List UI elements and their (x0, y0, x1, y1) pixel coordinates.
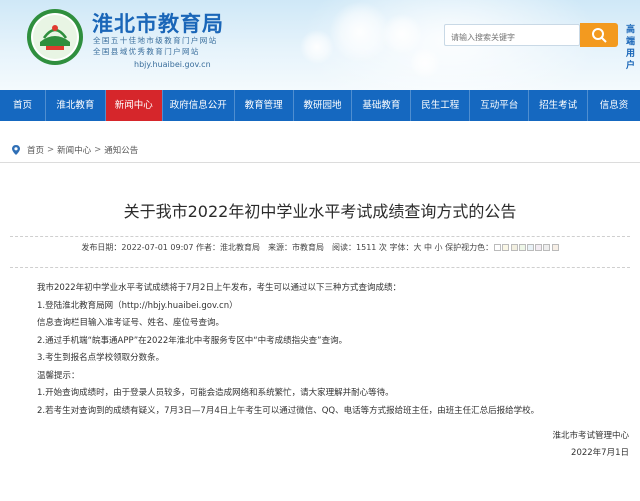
breadcrumb-separator: > (47, 145, 55, 155)
search-box (444, 24, 580, 48)
logo-emblem[interactable] (26, 8, 84, 66)
nav-item-news-center[interactable]: 新闻中心 (105, 90, 162, 121)
dandelion-decoration (410, 48, 440, 78)
color-swatch[interactable] (527, 244, 535, 251)
signature-date: 2022年7月1日 (571, 448, 629, 458)
article-title: 关于我市2022年初中学业水平考试成绩查询方式的公告 (123, 202, 517, 221)
paragraph: 1.登陆淮北教育局网（http://hbjy.huaibei.gov.cn） (37, 300, 238, 311)
search-input[interactable] (445, 27, 579, 48)
main-nav: 首页 淮北教育 新闻中心 政府信息公开 教育管理 教研园地 基础教育 民生工程 … (0, 90, 640, 121)
breadcrumb-notice[interactable]: 通知公告 (104, 144, 138, 156)
color-swatch[interactable] (535, 244, 543, 251)
nav-item-livelihood[interactable]: 民生工程 (411, 90, 469, 121)
nav-item-basic-education[interactable]: 基础教育 (352, 90, 410, 121)
header-right-text: 高端 (626, 25, 636, 47)
breadcrumb-separator: > (94, 145, 102, 155)
nav-item-gov-info[interactable]: 政府信息公开 (163, 90, 234, 121)
dandelion-decoration (382, 14, 422, 54)
site-subtitle: 全国五十佳地市级教育门户网站 (93, 36, 218, 45)
signature-org: 淮北市考试管理中心 (552, 431, 629, 441)
nav-item-interaction[interactable]: 互动平台 (470, 90, 528, 121)
meta-text: 发布日期：2022-07-01 09:07 作者：淮北教育局 来源：市教育局 阅… (81, 243, 494, 252)
article-meta: 发布日期：2022-07-01 09:07 作者：淮北教育局 来源：市教育局 阅… (0, 242, 640, 253)
color-swatch[interactable] (518, 244, 526, 251)
site-url: hbjy.huaibei.gov.cn (134, 60, 211, 69)
color-swatch[interactable] (510, 244, 518, 251)
nav-item-huaibei-education[interactable]: 淮北教育 (46, 90, 105, 121)
breadcrumb-divider (0, 162, 640, 163)
paragraph: 3.考生到报名点学校领取分数条。 (37, 353, 165, 363)
paragraph: 2.通过手机端“皖事通APP”在2022年淮北中考服务专区中“中考成绩指尖查”查… (37, 335, 348, 346)
paragraph: 1.开始查询成绩时，由于登录人员较多，可能会造成网络和系统繁忙，请大家理解并耐心… (37, 388, 394, 398)
breadcrumb-news-center[interactable]: 新闻中心 (57, 144, 91, 156)
nav-item-admissions[interactable]: 招生考试 (529, 90, 587, 121)
site-title: 淮北市教育局 (92, 11, 224, 36)
nav-item-edu-management[interactable]: 教育管理 (235, 90, 293, 121)
dandelion-decoration (330, 2, 390, 62)
location-pin-icon (12, 145, 20, 155)
header-right-text: 用户 (626, 49, 636, 71)
paragraph: 温馨提示： (37, 370, 80, 381)
paragraph: 我市2022年初中学业水平考试成绩将于7月2日上午发布，考生可以通过以下三种方式… (37, 283, 401, 293)
site-header: 淮北市教育局 全国五十佳地市级教育门户网站 全国县域优秀教育门户网站 hbjy.… (0, 0, 640, 90)
color-swatch[interactable] (551, 244, 559, 251)
search-button[interactable] (580, 23, 618, 47)
nav-item-research[interactable]: 教研园地 (294, 90, 352, 121)
nav-item-info-resources[interactable]: 信息资 (588, 90, 640, 121)
header-right-link[interactable]: 高端 用户 (626, 24, 640, 72)
breadcrumb-home[interactable]: 首页 (27, 144, 44, 156)
site-subtitle: 全国县域优秀教育门户网站 (93, 47, 200, 56)
dandelion-decoration (300, 30, 334, 64)
search-icon (592, 28, 607, 43)
article-body: 我市2022年初中学业水平考试成绩将于7月2日上午发布，考生可以通过以下三种方式… (37, 280, 627, 420)
color-swatch[interactable] (502, 244, 510, 251)
paragraph: 2.若考生对查询到的成绩有疑义，7月3日—7月4日上午考生可以通过微信、QQ、电… (37, 405, 540, 416)
breadcrumb: 首页 > 新闻中心 > 通知公告 (10, 143, 138, 157)
color-swatch[interactable] (543, 244, 551, 251)
paragraph: 信息查询栏目输入准考证号、姓名、座位号查询。 (37, 318, 225, 328)
nav-item-home[interactable]: 首页 (0, 90, 45, 121)
color-swatch[interactable] (494, 244, 502, 251)
